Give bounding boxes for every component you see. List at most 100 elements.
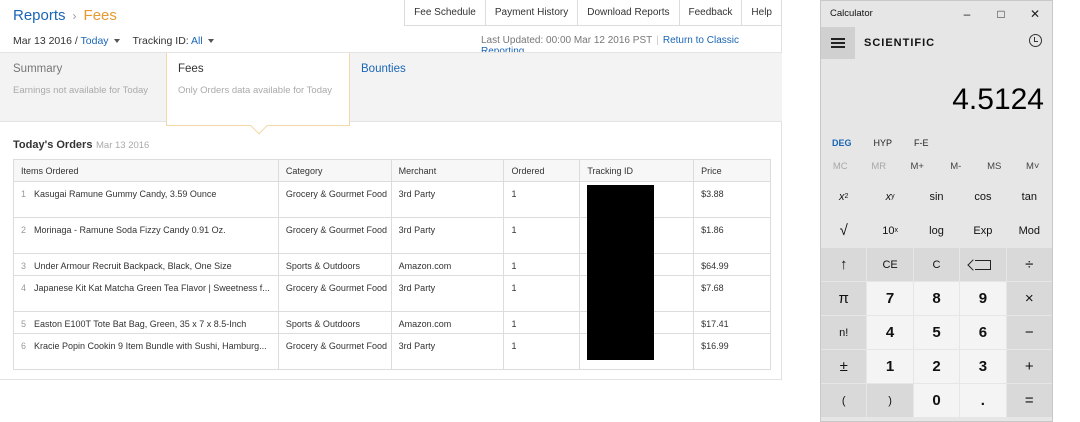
item-link[interactable]: Morinaga - Ramune Soda Fizzy Candy 0.91 … <box>34 224 226 237</box>
price-cell: $7.68 <box>693 275 771 312</box>
merchant-cell: Amazon.com <box>390 253 505 276</box>
column-header-items[interactable]: Items Ordered <box>13 159 279 182</box>
breadcrumb-current: Fees <box>83 7 117 24</box>
payment-history-link[interactable]: Payment History <box>486 0 579 25</box>
tab-bounties[interactable]: Bounties <box>350 53 550 123</box>
clear-entry-button[interactable]: CE <box>867 248 913 281</box>
m-minus-button[interactable]: M- <box>937 156 976 178</box>
column-header-ordered[interactable]: Ordered <box>503 159 581 182</box>
digit-3-button[interactable]: 3 <box>960 350 1006 383</box>
decimal-button[interactable]: . <box>960 384 1006 417</box>
calculator-mode-title: SCIENTIFIC <box>864 37 936 49</box>
item-link[interactable]: Japanese Kit Kat Matcha Green Tea Flavor… <box>34 282 270 295</box>
tab-summary-subtitle: Earnings not available for Today <box>13 85 149 96</box>
minus-button[interactable]: − <box>1006 316 1052 349</box>
digit-4-button[interactable]: 4 <box>867 316 913 349</box>
item-cell: 3 Under Armour Recruit Backpack, Black, O… <box>13 253 279 276</box>
divide-button[interactable]: ÷ <box>1006 248 1052 281</box>
equals-button[interactable]: = <box>1006 384 1052 417</box>
tab-summary[interactable]: Summary Earnings not available for Today <box>0 53 166 123</box>
row-number: 5 <box>21 319 27 329</box>
mc-button[interactable]: MC <box>821 156 860 178</box>
log-button[interactable]: log <box>913 214 960 247</box>
history-icon[interactable] <box>1029 34 1042 47</box>
close-button[interactable]: ✕ <box>1018 1 1052 27</box>
menu-icon <box>831 42 845 44</box>
tab-fees[interactable]: Fees Only Orders data available for Toda… <box>166 53 350 135</box>
left-paren-button[interactable]: ( <box>821 384 867 417</box>
tab-fees-title: Fees <box>178 63 204 75</box>
memory-list-button[interactable]: M˅ <box>1014 156 1053 178</box>
digit-9-button[interactable]: 9 <box>960 282 1006 315</box>
date-range-dropdown[interactable]: Today <box>81 35 120 47</box>
digit-2-button[interactable]: 2 <box>913 350 960 383</box>
column-header-price[interactable]: Price <box>693 159 771 182</box>
power-button[interactable]: xy <box>867 180 913 213</box>
minimize-button[interactable]: – <box>950 1 984 27</box>
clear-button[interactable]: C <box>913 248 960 281</box>
tab-bounties-title: Bounties <box>361 63 406 75</box>
item-link[interactable]: Kracie Popin Cookin 9 Item Bundle with S… <box>34 340 267 353</box>
digit-1-button[interactable]: 1 <box>867 350 913 383</box>
item-cell: 4 Japanese Kit Kat Matcha Green Tea Flavo… <box>13 275 279 312</box>
cos-button[interactable]: cos <box>960 180 1006 213</box>
exp-button[interactable]: Exp <box>960 214 1006 247</box>
breadcrumb-reports-link[interactable]: Reports <box>13 7 66 24</box>
square-button[interactable]: x2 <box>821 180 867 213</box>
maximize-button[interactable]: □ <box>984 1 1018 27</box>
tan-button[interactable]: tan <box>1006 180 1052 213</box>
mod-button[interactable]: Mod <box>1006 214 1052 247</box>
mr-button[interactable]: MR <box>860 156 899 178</box>
digit-8-button[interactable]: 8 <box>913 282 960 315</box>
m-plus-button[interactable]: M+ <box>898 156 937 178</box>
ordered-cell: 1 <box>503 253 581 276</box>
power-exponent: y <box>891 193 895 200</box>
negate-button[interactable]: ± <box>821 350 867 383</box>
shift-button[interactable]: ↑ <box>821 248 867 281</box>
keypad: x2 xy sin cos tan √ 10 x log Exp Mod ↑ CE… <box>821 180 1052 417</box>
sin-button[interactable]: sin <box>913 180 960 213</box>
pi-button[interactable]: π <box>821 282 867 315</box>
row-number: 4 <box>21 283 27 293</box>
category-cell: Grocery & Gourmet Food <box>277 181 392 218</box>
window-controls: – □ ✕ <box>950 1 1052 27</box>
column-header-merchant[interactable]: Merchant <box>390 159 505 182</box>
report-tabs: Summary Earnings not available for Today… <box>0 52 782 135</box>
fe-button[interactable]: F-E <box>914 133 929 153</box>
help-link[interactable]: Help <box>742 0 782 25</box>
column-header-category[interactable]: Category <box>277 159 392 182</box>
digit-0-button[interactable]: 0 <box>913 384 960 417</box>
price-cell: $64.99 <box>693 253 771 276</box>
column-header-tracking-id[interactable]: Tracking ID <box>579 159 695 182</box>
ten-power-button[interactable]: 10 x <box>867 214 913 247</box>
table-row: 3 Under Armour Recruit Backpack, Black, O… <box>13 253 771 276</box>
digit-7-button[interactable]: 7 <box>867 282 913 315</box>
menu-icon <box>831 46 845 48</box>
tracking-id-dropdown[interactable]: All <box>191 35 214 47</box>
right-paren-button[interactable]: ) <box>867 384 913 417</box>
ms-button[interactable]: MS <box>975 156 1014 178</box>
feedback-link[interactable]: Feedback <box>680 0 743 25</box>
factorial-button[interactable]: n! <box>821 316 867 349</box>
digit-6-button[interactable]: 6 <box>960 316 1006 349</box>
square-root-button[interactable]: √ <box>821 214 867 247</box>
table-row: 1 Kasugai Ramune Gummy Candy, 3.59 Ounce … <box>13 181 771 218</box>
multiply-button[interactable]: × <box>1006 282 1052 315</box>
backspace-button[interactable] <box>960 248 1006 281</box>
fee-schedule-link[interactable]: Fee Schedule <box>405 0 486 25</box>
calculator-title-bar[interactable]: Calculator – □ ✕ <box>821 1 1052 27</box>
table-row: 2 Morinaga - Ramune Soda Fizzy Candy 0.91… <box>13 217 771 254</box>
redaction-block <box>587 185 654 360</box>
item-link[interactable]: Kasugai Ramune Gummy Candy, 3.59 Ounce <box>34 188 216 201</box>
download-reports-link[interactable]: Download Reports <box>578 0 680 25</box>
hyp-button[interactable]: HYP <box>874 133 893 153</box>
square-exponent: 2 <box>844 193 849 200</box>
category-cell: Grocery & Gourmet Food <box>277 217 392 254</box>
menu-button[interactable] <box>821 27 855 59</box>
menu-icon <box>831 38 845 40</box>
deg-button[interactable]: DEG <box>832 133 852 153</box>
item-link[interactable]: Easton E100T Tote Bat Bag, Green, 35 x 7… <box>34 318 246 331</box>
item-link[interactable]: Under Armour Recruit Backpack, Black, On… <box>34 260 232 273</box>
plus-button[interactable]: + <box>1006 350 1052 383</box>
digit-5-button[interactable]: 5 <box>913 316 960 349</box>
